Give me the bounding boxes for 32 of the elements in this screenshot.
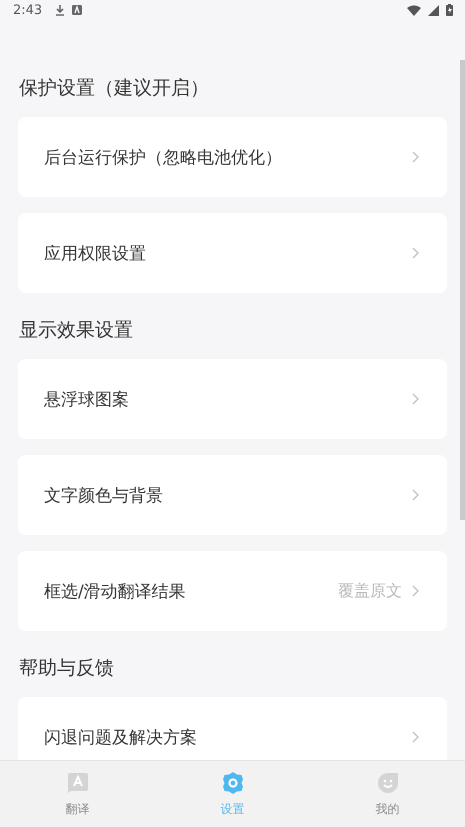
settings-icon <box>220 770 244 794</box>
settings-item[interactable]: 闪退问题及解决方案 <box>18 697 447 760</box>
chevron-right-icon <box>412 585 419 597</box>
download-icon <box>55 4 66 16</box>
signal-icon <box>428 4 439 16</box>
section-title: 帮助与反馈 <box>19 656 115 681</box>
settings-item[interactable]: 后台运行保护（忽略电池优化） <box>18 117 447 197</box>
wifi-icon <box>407 4 421 16</box>
chevron-right-icon <box>412 731 419 743</box>
chevron-right-icon <box>412 151 419 163</box>
app-notification-icon <box>72 5 82 15</box>
item-label: 应用权限设置 <box>44 242 147 264</box>
item-label: 后台运行保护（忽略电池优化） <box>44 146 283 168</box>
section-title: 保护设置（建议开启） <box>19 76 210 101</box>
battery-icon <box>446 4 453 16</box>
settings-item[interactable]: 应用权限设置 <box>18 213 447 293</box>
chevron-right-icon <box>412 393 419 405</box>
settings-item[interactable]: 框选/滑动翻译结果 覆盖原文 <box>18 551 447 631</box>
scrollbar[interactable] <box>460 60 465 520</box>
item-value: 覆盖原文 <box>338 580 402 602</box>
smiley-icon <box>376 770 400 794</box>
item-label: 文字颜色与背景 <box>44 484 164 506</box>
settings-item[interactable]: 文字颜色与背景 <box>18 455 447 535</box>
settings-item[interactable]: 悬浮球图案 <box>18 359 447 439</box>
section-title: 显示效果设置 <box>19 318 134 343</box>
status-time: 2:43 <box>13 2 42 18</box>
item-label: 闪退问题及解决方案 <box>44 726 198 748</box>
translate-icon <box>66 770 90 794</box>
item-label: 悬浮球图案 <box>44 388 130 410</box>
chevron-right-icon <box>412 489 419 501</box>
item-label: 框选/滑动翻译结果 <box>44 580 187 602</box>
chevron-right-icon <box>412 247 419 259</box>
